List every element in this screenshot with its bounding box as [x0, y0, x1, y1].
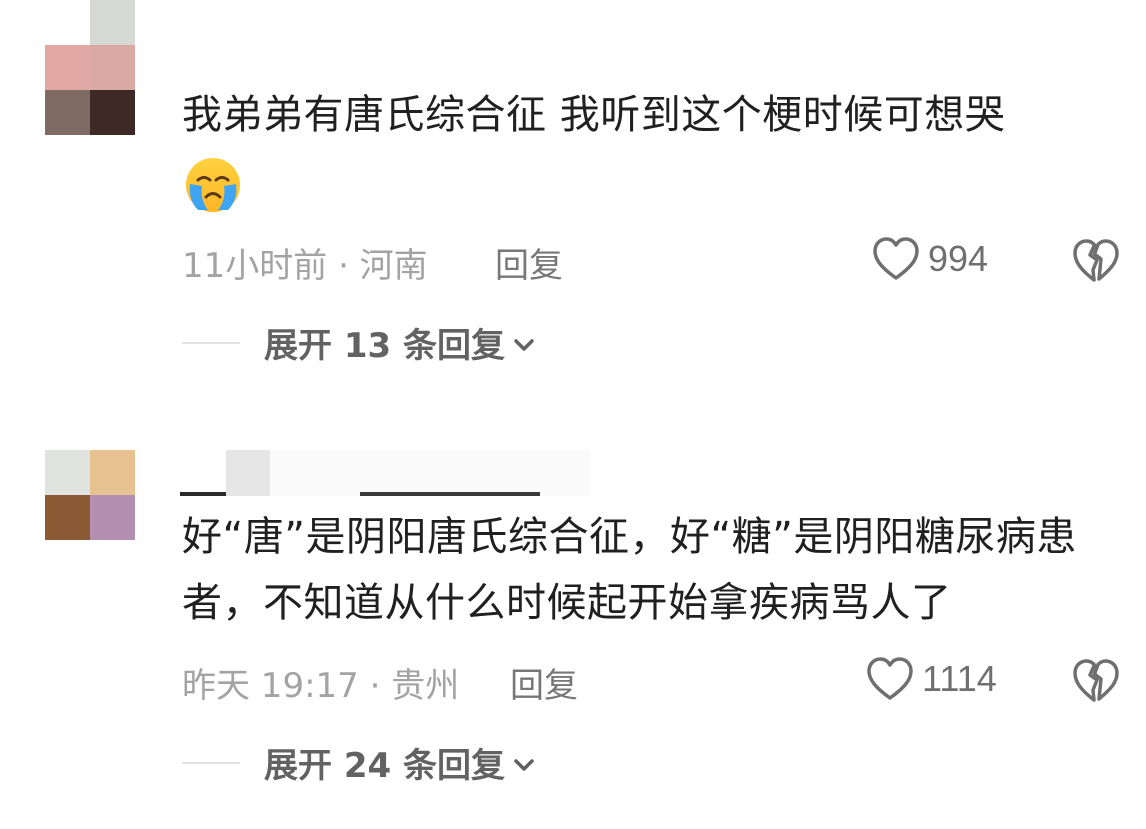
expand-replies-label: 展开 24 条回复	[264, 746, 505, 786]
crying-face-icon	[186, 158, 240, 212]
divider	[182, 341, 240, 344]
broken-heart-icon[interactable]	[1072, 658, 1120, 704]
expand-replies-button[interactable]: 展开 13 条回复	[182, 318, 537, 367]
reply-button[interactable]: 回复	[495, 238, 563, 287]
comment-time-location: 11小时前 · 河南	[182, 246, 428, 286]
expand-replies-label: 展开 13 条回复	[264, 326, 505, 366]
username-mosaic[interactable]	[180, 450, 590, 496]
chevron-down-icon	[514, 758, 534, 771]
chevron-down-icon	[514, 338, 534, 351]
like-button[interactable]: 994	[872, 236, 988, 282]
broken-heart-icon[interactable]	[1072, 238, 1120, 284]
heart-icon	[867, 657, 913, 700]
heart-icon	[873, 237, 919, 280]
reply-button[interactable]: 回复	[510, 658, 578, 707]
like-count: 994	[928, 238, 989, 279]
avatar[interactable]	[45, 0, 135, 135]
like-button[interactable]: 1114	[866, 656, 997, 702]
comment-text: 好“唐”是阴阳唐氏综合征，好“糖”是阴阳糖尿病患者，不知道从什么时候起开始拿疾病…	[182, 514, 1077, 626]
comment-time-location: 昨天 19:17 · 贵州	[182, 666, 460, 706]
avatar[interactable]	[45, 450, 135, 540]
comment-text: 我弟弟有唐氏综合征 我听到这个梗时候可想哭	[182, 92, 1006, 138]
divider	[182, 761, 240, 764]
like-count: 1114	[922, 658, 997, 699]
expand-replies-button[interactable]: 展开 24 条回复	[182, 738, 537, 787]
